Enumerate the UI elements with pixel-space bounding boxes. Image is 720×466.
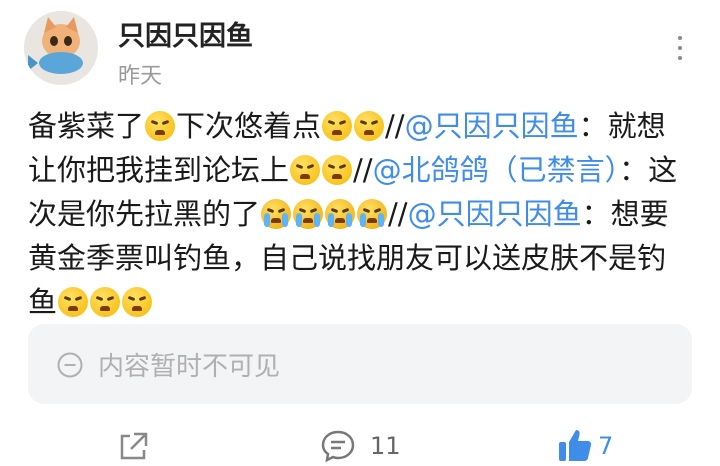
tired-emoji-icon [322,155,353,185]
triumph-emoji-icon [90,287,121,317]
triumph-emoji-icon [322,111,353,141]
cry-emoji-icon [293,199,324,229]
minus-circle-icon [57,352,83,378]
username[interactable]: 只因只因鱼 [118,14,253,53]
cry-emoji-icon [357,199,388,229]
mention-link[interactable]: @只因只因鱼 [408,197,582,231]
share-icon[interactable] [116,430,150,464]
comment-placeholder: 内容暂时不可见 [98,352,281,382]
timestamp: 昨天 [118,64,163,89]
comment-count: 11 [370,432,401,460]
mention-link[interactable]: @只因只因鱼 [405,109,579,143]
post-text: // [353,153,373,187]
tired-emoji-icon [145,111,176,141]
post-text: // [388,197,408,231]
cry-emoji-icon [325,199,356,229]
post-text: 备紫菜了 [28,109,145,143]
like-count: 7 [598,432,614,460]
post-text: // [385,109,405,143]
comment-input-box[interactable]: 内容暂时不可见 [28,324,692,404]
more-options-icon[interactable] [670,36,690,64]
triumph-emoji-icon [58,287,89,317]
tired-emoji-icon [290,155,321,185]
post-content: 备紫菜了 下次悠着点//@只因只因鱼：就想让你把我挂到论坛上//@北鸽鸽（已禁言）… [28,104,694,324]
triumph-emoji-icon [354,111,385,141]
avatar[interactable] [24,11,98,85]
triumph-emoji-icon [122,287,153,317]
comment-icon[interactable] [320,428,356,464]
cry-emoji-icon [261,199,292,229]
action-bar: 11 7 [0,420,720,466]
post-text: 下次悠着点 [176,109,322,143]
like-icon[interactable] [556,426,594,464]
mention-link[interactable]: @北鸽鸽（已禁言） [373,153,620,187]
